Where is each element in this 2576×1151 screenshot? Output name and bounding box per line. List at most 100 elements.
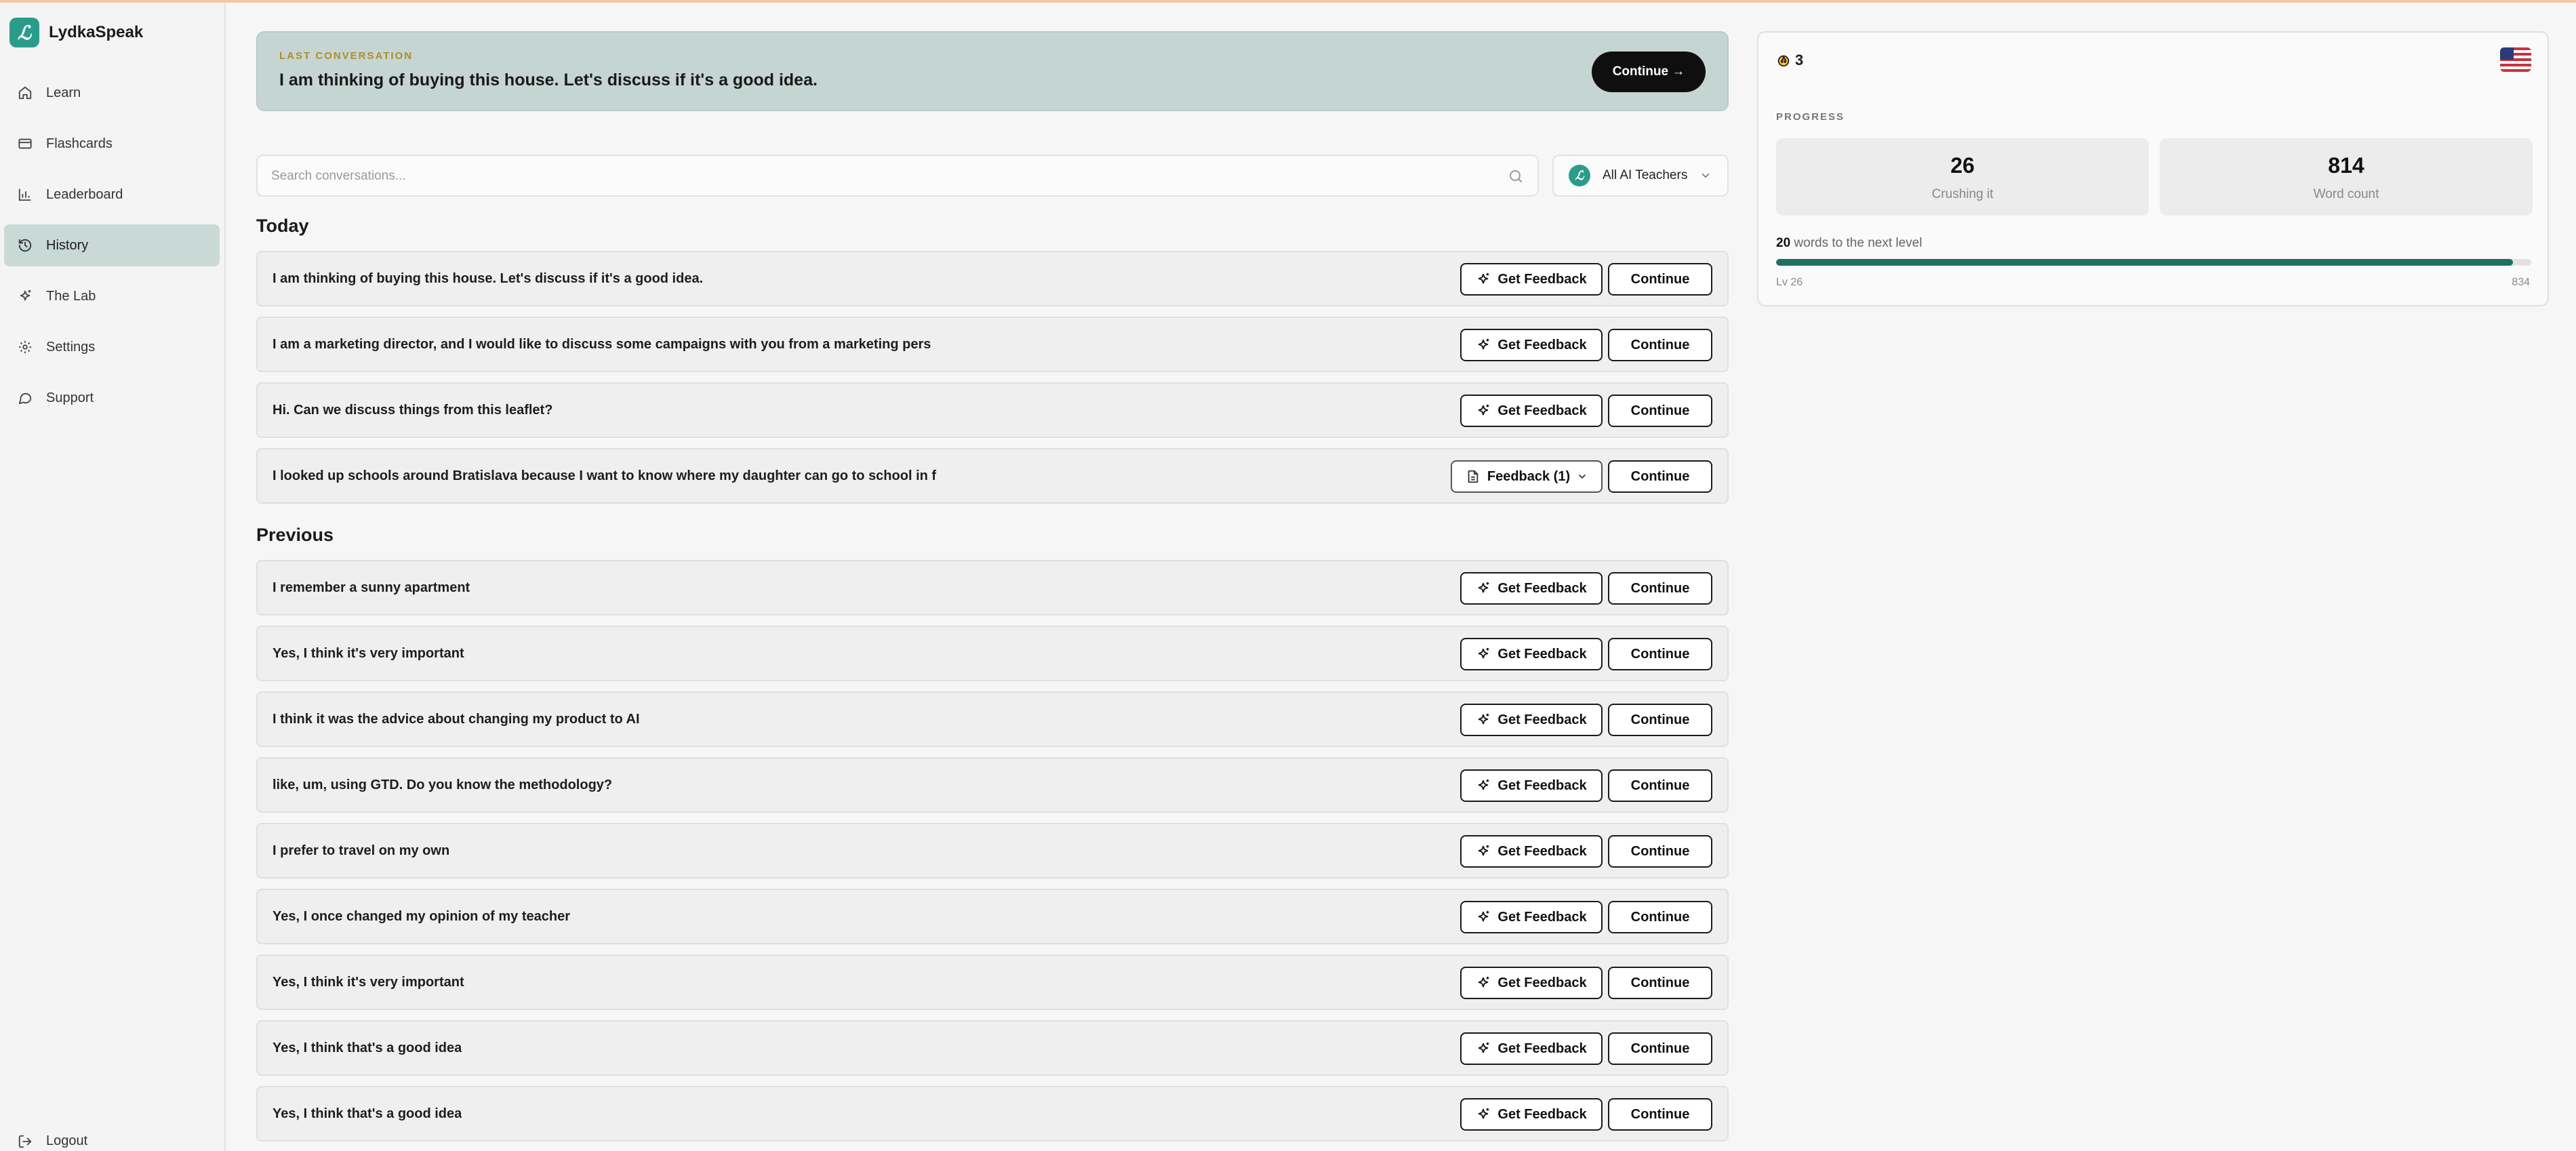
conversation-row[interactable]: Yes, I think that's a good idea Get Feed… [256, 1086, 1729, 1142]
last-conversation-banner[interactable]: LAST CONVERSATION I am thinking of buyin… [256, 31, 1729, 111]
today-list: I am thinking of buying this house. Let'… [256, 251, 1729, 514]
conversation-text: Hi. Can we discuss things from this leaf… [273, 403, 553, 418]
conversation-text: Yes, I think it's very important [273, 646, 464, 661]
conversation-row[interactable]: Hi. Can we discuss things from this leaf… [256, 382, 1729, 438]
progress-heading: PROGRESS [1776, 111, 1845, 123]
sidebar-item-the-lab[interactable]: The Lab [4, 275, 220, 317]
main-content: LAST CONVERSATION I am thinking of buyin… [256, 31, 1729, 1142]
conversation-text: Yes, I think it's very important [273, 975, 464, 990]
continue-button[interactable]: Continue [1608, 901, 1712, 933]
word-count-stat-card: 814 Word count [2160, 138, 2533, 216]
sidebar-item-settings[interactable]: Settings [4, 326, 220, 368]
conversation-text: I am a marketing director, and I would l… [273, 337, 931, 352]
search-input[interactable] [271, 165, 1491, 187]
get-feedback-label: Get Feedback [1497, 909, 1587, 925]
card-icon [18, 138, 32, 149]
get-feedback-button[interactable]: Get Feedback [1460, 835, 1603, 868]
continue-button[interactable]: Continue [1608, 967, 1712, 999]
conversation-row[interactable]: Yes, I think it's very important Get Fee… [256, 954, 1729, 1010]
last-conversation-kicker: LAST CONVERSATION [279, 50, 414, 62]
sidebar-item-label: The Lab [46, 288, 96, 304]
get-feedback-button[interactable]: Get Feedback [1460, 329, 1603, 361]
conversation-text: like, um, using GTD. Do you know the met… [273, 778, 613, 792]
sidebar-item-history[interactable]: History [4, 224, 220, 266]
feedback-dropdown-label: Feedback (1) [1487, 468, 1571, 484]
logout-label: Logout [46, 1133, 88, 1148]
level-start-label: Lv 26 [1776, 277, 1803, 288]
sparkle-icon [1478, 404, 1489, 416]
sidebar-item-label: Flashcards [46, 136, 113, 151]
continue-button[interactable]: Continue [1608, 1098, 1712, 1131]
continue-button[interactable]: Continue [1608, 395, 1712, 427]
sparkle-icon [1478, 582, 1489, 593]
conversation-row[interactable]: I am a marketing director, and I would l… [256, 317, 1729, 372]
last-conversation-title: I am thinking of buying this house. Let'… [279, 70, 818, 89]
last-conversation-continue-button[interactable]: Continue → [1592, 52, 1706, 92]
teacher-avatar: ℒ [1569, 165, 1590, 186]
get-feedback-button[interactable]: Get Feedback [1460, 901, 1603, 933]
get-feedback-button[interactable]: Get Feedback [1460, 638, 1603, 670]
conversation-text: Yes, I think that's a good idea [273, 1041, 462, 1055]
filter-row: ℒ All AI Teachers [256, 155, 1729, 197]
get-feedback-button[interactable]: Get Feedback [1460, 1098, 1603, 1131]
sidebar-item-leaderboard[interactable]: Leaderboard [4, 174, 220, 216]
conversation-row[interactable]: Yes, I once changed my opinion of my tea… [256, 889, 1729, 944]
get-feedback-label: Get Feedback [1497, 712, 1587, 727]
get-feedback-label: Get Feedback [1497, 271, 1587, 287]
word-count-label: Word count [2313, 187, 2379, 201]
sparkle-icon [1478, 338, 1489, 350]
sparkle-icon [1478, 910, 1489, 922]
conversation-row[interactable]: Yes, I think it's very important Get Fee… [256, 626, 1729, 681]
continue-button[interactable]: Continue [1608, 835, 1712, 868]
continue-button[interactable]: Continue [1608, 769, 1712, 802]
continue-button[interactable]: Continue [1608, 572, 1712, 605]
conversation-text: I prefer to travel on my own [273, 843, 450, 858]
sidebar-item-label: Leaderboard [46, 186, 123, 202]
us-flag-icon[interactable] [2500, 47, 2531, 72]
get-feedback-button[interactable]: Get Feedback [1460, 572, 1603, 605]
level-end-label: 834 [2512, 277, 2530, 288]
streak-counter[interactable]: 3 [1776, 52, 1803, 69]
logout-button[interactable]: Logout [18, 1133, 87, 1149]
continue-button[interactable]: Continue [1608, 704, 1712, 736]
continue-button[interactable]: Continue [1608, 638, 1712, 670]
conversation-row[interactable]: Yes, I think that's a good idea Get Feed… [256, 1020, 1729, 1076]
conversation-text: I think it was the advice about changing… [273, 712, 640, 727]
continue-button[interactable]: Continue [1608, 1032, 1712, 1065]
search-icon[interactable] [1508, 168, 1524, 184]
sparkle-icon [1478, 272, 1489, 284]
sidebar-item-flashcards[interactable]: Flashcards [4, 123, 220, 165]
brand[interactable]: ℒ LydkaSpeak [9, 18, 143, 47]
brand-logo: ℒ [9, 18, 39, 47]
sparkle-icon [1478, 976, 1489, 988]
get-feedback-button[interactable]: Get Feedback [1460, 263, 1603, 296]
teacher-filter-select[interactable]: ℒ All AI Teachers [1552, 155, 1729, 197]
continue-button[interactable]: Continue [1608, 263, 1712, 296]
next-level-text: 20 words to the next level [1776, 236, 1922, 251]
sidebar-item-support[interactable]: Support [4, 377, 220, 419]
conversation-row[interactable]: like, um, using GTD. Do you know the met… [256, 757, 1729, 813]
continue-button[interactable]: Continue [1608, 329, 1712, 361]
sidebar-item-learn[interactable]: Learn [4, 72, 220, 114]
conversation-row[interactable]: I think it was the advice about changing… [256, 691, 1729, 747]
feedback-dropdown-button[interactable]: Feedback (1) [1451, 460, 1603, 493]
get-feedback-button[interactable]: Get Feedback [1460, 704, 1603, 736]
get-feedback-button[interactable]: Get Feedback [1460, 1032, 1603, 1065]
chart-icon [18, 188, 31, 201]
conversation-row[interactable]: I prefer to travel on my own Get Feedbac… [256, 823, 1729, 879]
get-feedback-button[interactable]: Get Feedback [1460, 967, 1603, 999]
word-count-value: 814 [2328, 153, 2364, 178]
continue-button[interactable]: Continue [1608, 460, 1712, 493]
gear-icon [18, 340, 32, 354]
conversation-row[interactable]: I looked up schools around Bratislava be… [256, 448, 1729, 504]
conversation-row[interactable]: I remember a sunny apartment Get Feedbac… [256, 560, 1729, 615]
get-feedback-button[interactable]: Get Feedback [1460, 395, 1603, 427]
sparkle-icon [1478, 845, 1489, 856]
section-title-previous: Previous [256, 525, 334, 545]
get-feedback-label: Get Feedback [1497, 337, 1587, 352]
conversation-row[interactable]: I am thinking of buying this house. Let'… [256, 251, 1729, 306]
sidebar-item-label: Settings [46, 339, 96, 355]
get-feedback-button[interactable]: Get Feedback [1460, 769, 1603, 802]
get-feedback-label: Get Feedback [1497, 778, 1587, 793]
conversation-text: I looked up schools around Bratislava be… [273, 468, 937, 483]
